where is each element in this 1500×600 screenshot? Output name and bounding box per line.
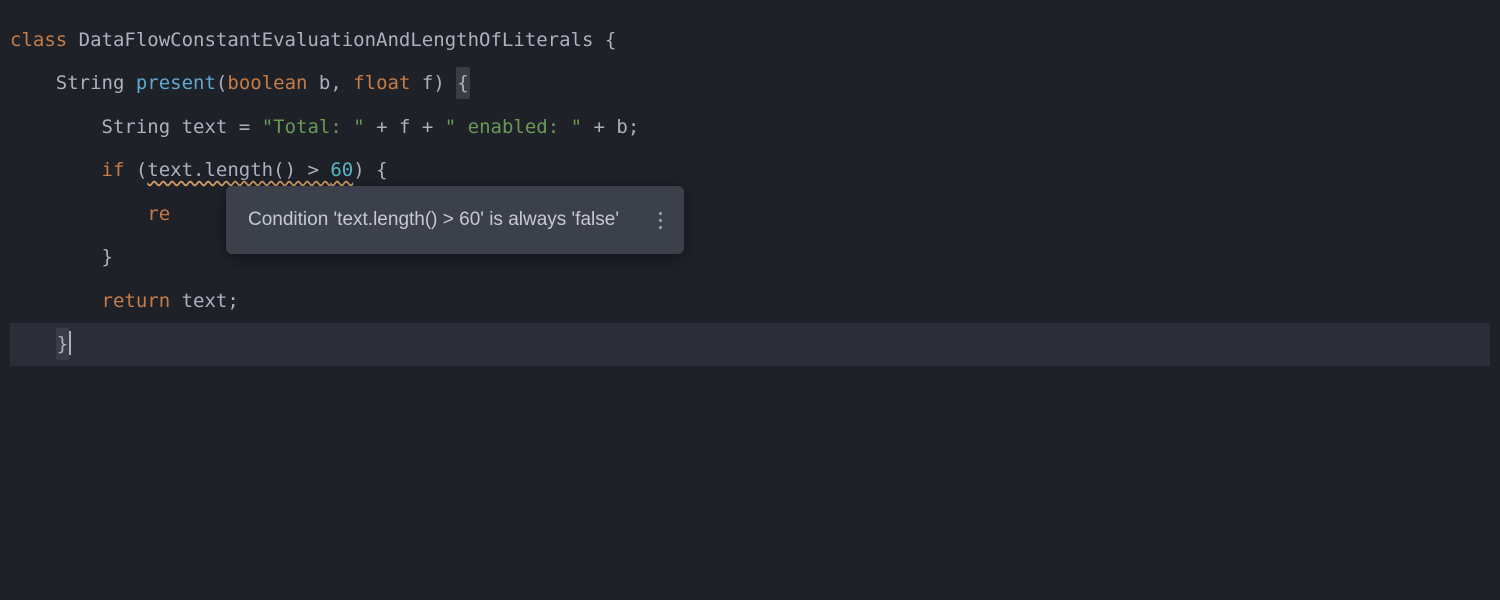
return-expr: text; bbox=[170, 285, 239, 317]
semicolon: ; bbox=[628, 111, 639, 143]
inspection-tooltip[interactable]: Condition 'text.length() > 60' is always… bbox=[226, 186, 684, 254]
indent bbox=[10, 285, 102, 317]
code-line[interactable]: class DataFlowConstantEvaluationAndLengt… bbox=[10, 18, 1490, 62]
code-line-current[interactable]: } bbox=[10, 323, 1490, 367]
string-literal: " enabled: " bbox=[445, 111, 582, 143]
brace: } bbox=[102, 241, 113, 273]
var-type: String bbox=[102, 111, 182, 143]
keyword-partial: re bbox=[147, 198, 170, 230]
code-line[interactable]: return text; bbox=[10, 279, 1490, 323]
brace-matched: { bbox=[456, 67, 469, 99]
keyword-return: return bbox=[102, 285, 171, 317]
code-line[interactable]: String text = "Total: " + f + " enabled:… bbox=[10, 105, 1490, 149]
number-literal: 60 bbox=[330, 159, 353, 181]
condition-expr: text.length() > bbox=[147, 159, 330, 181]
text-cursor bbox=[69, 331, 71, 355]
operator: = bbox=[239, 111, 262, 143]
comma: , bbox=[330, 67, 353, 99]
indent bbox=[10, 67, 56, 99]
identifier: b bbox=[616, 111, 627, 143]
return-type: String bbox=[56, 67, 136, 99]
operator: + bbox=[365, 111, 399, 143]
method-name: present bbox=[136, 67, 216, 99]
brace: { bbox=[605, 24, 616, 56]
code-line[interactable]: String present(boolean b, float f) { bbox=[10, 62, 1490, 106]
string-literal: "Total: " bbox=[262, 111, 365, 143]
param-type: float bbox=[353, 67, 410, 99]
indent bbox=[10, 198, 147, 230]
keyword-class: class bbox=[10, 24, 67, 56]
param-name: f bbox=[410, 67, 433, 99]
operator: + bbox=[410, 111, 444, 143]
var-name: text bbox=[182, 111, 239, 143]
indent bbox=[10, 328, 56, 360]
indent bbox=[10, 111, 102, 143]
tooltip-message: Condition 'text.length() > 60' is always… bbox=[248, 204, 619, 236]
indent bbox=[10, 241, 102, 273]
param-type: boolean bbox=[227, 67, 307, 99]
identifier: f bbox=[399, 111, 410, 143]
inspection-warning[interactable]: text.length() > 60 bbox=[147, 154, 353, 186]
more-actions-icon[interactable] bbox=[659, 212, 662, 229]
brace-matched: } bbox=[56, 328, 69, 360]
class-name: DataFlowConstantEvaluationAndLengthOfLit… bbox=[67, 24, 605, 56]
operator: + bbox=[582, 111, 616, 143]
paren: ( bbox=[124, 154, 147, 186]
param-name: b bbox=[307, 67, 330, 99]
paren: ( bbox=[216, 67, 227, 99]
paren-brace: ) { bbox=[353, 154, 387, 186]
keyword-if: if bbox=[102, 154, 125, 186]
indent bbox=[10, 154, 102, 186]
paren: ) bbox=[433, 67, 456, 99]
